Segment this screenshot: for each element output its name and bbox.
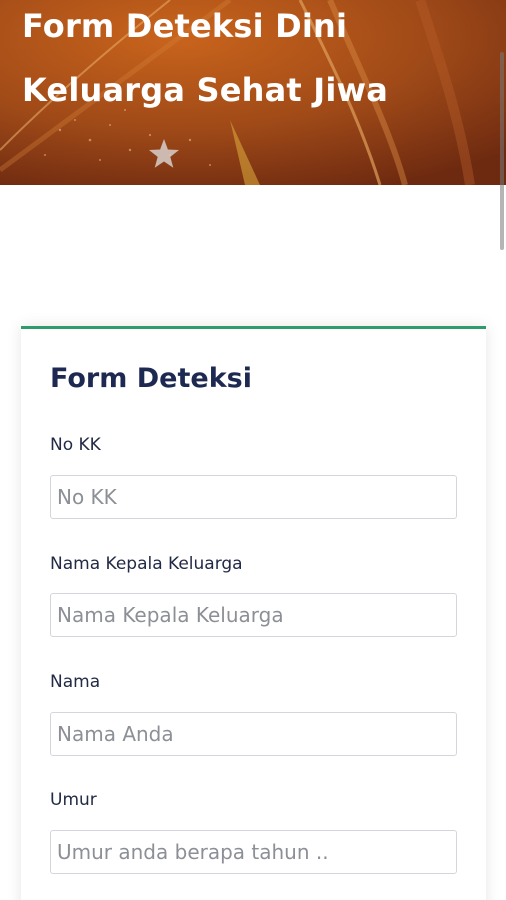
star-icon	[149, 139, 179, 168]
no-kk-label: No KK	[50, 435, 101, 455]
nama-input[interactable]	[50, 712, 457, 756]
form-title: Form Deteksi	[50, 363, 252, 394]
umur-input[interactable]	[50, 830, 457, 874]
nama-label: Nama	[50, 672, 101, 692]
page-title: Form Deteksi Dini Keluarga Sehat Jiwa	[22, 0, 492, 122]
page-title-line-1: Form Deteksi Dini	[22, 7, 348, 45]
page: Form Deteksi Dini Keluarga Sehat Jiwa Fo…	[0, 0, 506, 900]
page-title-line-2: Keluarga Sehat Jiwa	[22, 71, 389, 109]
scrollbar[interactable]	[500, 52, 504, 250]
nama-kepala-keluarga-input[interactable]	[50, 593, 457, 637]
nama-kepala-keluarga-label: Nama Kepala Keluarga	[50, 554, 243, 574]
umur-label: Umur	[50, 790, 97, 810]
hero-banner: Form Deteksi Dini Keluarga Sehat Jiwa	[0, 0, 506, 185]
form-card: Form Deteksi No KK Nama Kepala Keluarga …	[21, 326, 486, 900]
no-kk-input[interactable]	[50, 475, 457, 519]
